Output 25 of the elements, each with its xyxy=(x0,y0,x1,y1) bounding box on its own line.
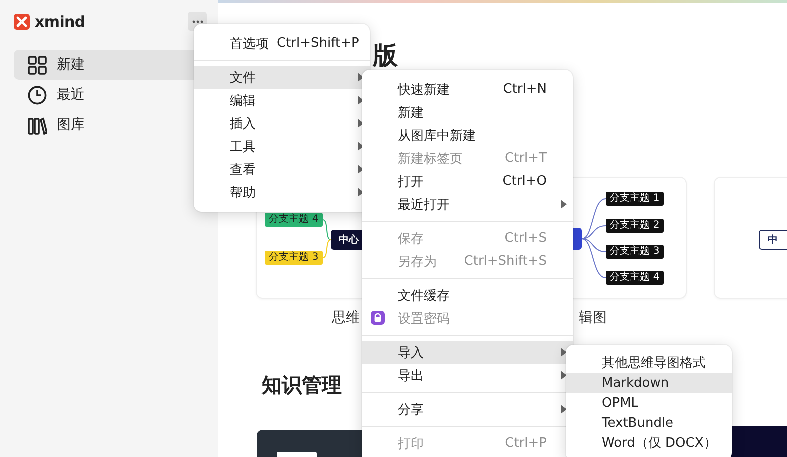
section-heading: 知识管理 xyxy=(262,372,342,398)
clock-icon xyxy=(28,86,47,104)
branch-node: 分支主题 4 xyxy=(265,213,323,227)
branch-node: 分支主题 4 xyxy=(606,271,664,285)
more-icon xyxy=(192,20,204,24)
grid-icon xyxy=(28,56,47,74)
menu-item[interactable]: 新建 xyxy=(362,101,573,124)
branch-node: 分支主题 2 xyxy=(606,219,664,233)
menu-item[interactable]: Word（仅 DOCX） xyxy=(566,433,732,453)
menu-item[interactable]: 导入 xyxy=(362,341,573,364)
menu-item[interactable]: 从图库中新建 xyxy=(362,124,573,147)
menu-item[interactable]: Markdown xyxy=(566,373,732,393)
branch-node: 分支主题 1 xyxy=(606,192,664,206)
app-name: xmind xyxy=(35,12,86,30)
books-icon xyxy=(28,116,47,134)
template-label: 辑图 xyxy=(579,309,607,328)
logo-icon xyxy=(14,14,30,30)
center-node: 中 xyxy=(759,230,787,250)
template-card[interactable]: 中 xyxy=(715,178,787,298)
page-heading: 版 xyxy=(373,42,398,69)
template-label: 思维 xyxy=(332,309,360,328)
branch-node: 分支主题 3 xyxy=(606,245,664,259)
menu-item[interactable]: 文件 xyxy=(194,66,370,89)
branch-node: 分支主题 3 xyxy=(265,251,323,265)
sidebar-item[interactable]: 图库 xyxy=(14,110,204,140)
